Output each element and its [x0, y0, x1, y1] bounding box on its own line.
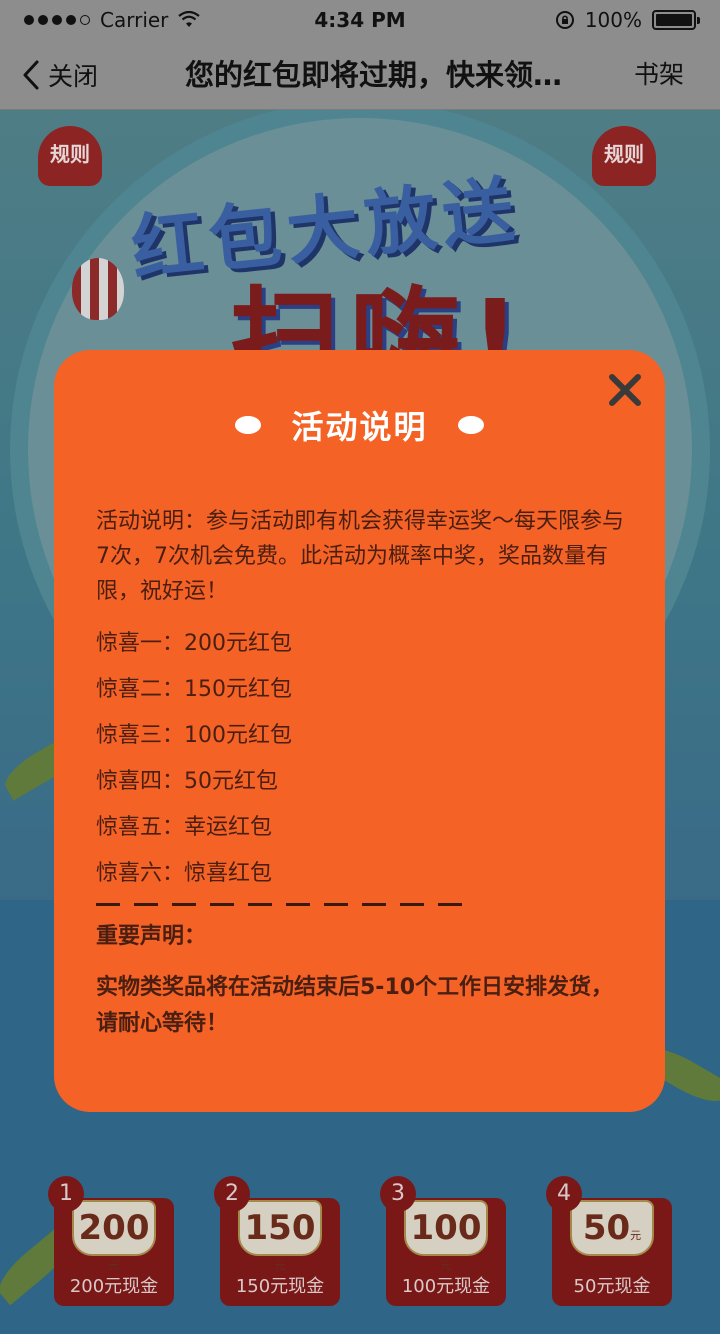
page-title: 您的红包即将过期，快来领…	[185, 58, 563, 92]
orientation-lock-icon	[555, 11, 574, 29]
prize-amount: 50	[582, 1208, 631, 1248]
title-dot-decoration	[457, 416, 484, 434]
prize-line: 惊喜四：50元红包	[96, 769, 278, 794]
hot-air-balloon-icon	[72, 258, 124, 320]
prize-line: 惊喜三：100元红包	[96, 723, 292, 748]
bookshelf-button[interactable]: 书架	[634, 40, 684, 110]
prize-number-badge: 3	[380, 1176, 416, 1212]
prize-item[interactable]: 100元 100元现金 3	[380, 1176, 506, 1306]
battery-icon	[652, 10, 700, 30]
prize-line: 惊喜五：幸运红包	[96, 815, 273, 840]
back-button[interactable]: 关闭	[22, 40, 98, 110]
prize-number-badge: 1	[48, 1176, 84, 1212]
modal-title: 活动说明	[291, 408, 428, 446]
prize-amount: 100	[410, 1208, 482, 1248]
prize-list: 200元 200元现金 1 150元 150元现金 2 100元 100元现金 …	[0, 1168, 720, 1308]
prize-item[interactable]: 200元 200元现金 1	[48, 1176, 174, 1306]
carrier-label: Carrier	[100, 8, 169, 32]
modal-content: 活动说明：参与活动即有机会获得幸运奖～每天限参与7次，7次机会免费。此活动为概率…	[96, 504, 626, 1042]
declaration-title: 重要声明：	[96, 924, 207, 949]
declaration-text: 实物类奖品将在活动结束后5-10个工作日安排发货，请耐心等待！	[96, 975, 614, 1036]
wifi-icon	[178, 11, 201, 27]
prize-label: 150元现金	[235, 1276, 325, 1297]
signal-strength-icon	[24, 15, 90, 25]
activity-description: 活动说明：参与活动即有机会获得幸运奖～每天限参与7次，7次机会免费。此活动为概率…	[96, 509, 625, 604]
prize-line: 惊喜一：200元红包	[96, 631, 292, 656]
status-bar: Carrier 4:34 PM 100%	[0, 0, 720, 40]
rules-button-right[interactable]: 规则	[592, 126, 656, 186]
prize-number-badge: 2	[214, 1176, 250, 1212]
title-dot-decoration	[235, 416, 262, 434]
chevron-left-icon	[23, 60, 39, 90]
prize-item[interactable]: 50元 50元现金 4	[546, 1176, 672, 1306]
prize-label: 50元现金	[573, 1276, 651, 1297]
prize-label: 200元现金	[69, 1276, 159, 1297]
prize-line: 惊喜六：惊喜红包	[96, 861, 273, 886]
prize-amount: 150	[244, 1208, 316, 1248]
rules-button-left[interactable]: 规则	[38, 126, 102, 186]
dashed-divider	[96, 903, 626, 906]
modal-header: 活动说明	[54, 402, 665, 448]
prize-line: 惊喜二：150元红包	[96, 677, 292, 702]
prize-item[interactable]: 150元 150元现金 2	[214, 1176, 340, 1306]
back-label: 关闭	[48, 62, 99, 91]
prize-number-badge: 4	[546, 1176, 582, 1212]
prize-amount: 200	[78, 1208, 150, 1248]
battery-percent: 100%	[584, 8, 642, 32]
activity-rules-modal: 活动说明 活动说明：参与活动即有机会获得幸运奖～每天限参与7次，7次机会免费。此…	[54, 350, 665, 1112]
prize-label: 100元现金	[401, 1276, 491, 1297]
navigation-bar: 关闭 您的红包即将过期，快来领… 书架	[0, 40, 720, 110]
